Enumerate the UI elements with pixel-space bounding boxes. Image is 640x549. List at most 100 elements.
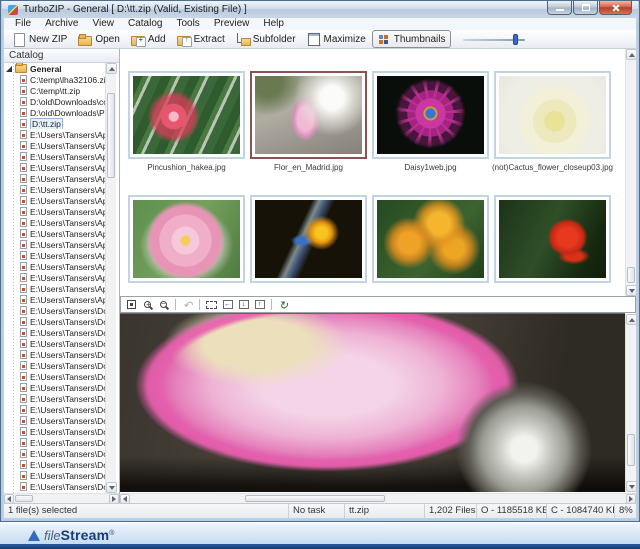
menu-item-help[interactable]: Help [256, 18, 291, 30]
tree-item[interactable]: E:\Users\Tansers\Doc [4, 327, 108, 338]
scroll-left-icon[interactable] [220, 298, 235, 311]
expand-arrow-icon[interactable] [6, 66, 12, 72]
tree-item[interactable]: E:\Users\Tansers\Dow [4, 393, 108, 404]
tree-item[interactable]: E:\Users\Tansers\App [4, 195, 108, 206]
toolbar-button-maximize[interactable]: Maximize [302, 30, 372, 48]
thumbnail-bop[interactable] [250, 195, 367, 283]
toolbar-button-open[interactable]: Open [73, 30, 125, 48]
thumbnail-alstro[interactable] [372, 195, 489, 283]
scroll-thumb[interactable] [107, 93, 115, 178]
menu-item-tools[interactable]: Tools [169, 18, 206, 30]
tree-item[interactable]: E:\Users\Tansers\App [4, 151, 108, 162]
menu-item-view[interactable]: View [85, 18, 121, 30]
tree-item[interactable]: E:\Users\Tansers\App [4, 250, 108, 261]
thumbnail-vertical-scrollbar[interactable] [625, 49, 636, 296]
maximize-restore-button[interactable] [573, 1, 598, 15]
tree-root-general[interactable]: General [4, 63, 108, 74]
scroll-down-arrow[interactable] [626, 285, 636, 296]
tree-item[interactable]: E:\Users\Tansers\App [4, 261, 108, 272]
scroll-up-arrow[interactable] [106, 63, 117, 74]
toolbar-button-extract[interactable]: Extract [172, 30, 231, 48]
scroll-thumb[interactable] [245, 495, 385, 502]
scroll-down-icon[interactable] [236, 298, 251, 311]
toolbar-button-add[interactable]: Add [126, 30, 172, 48]
tree-item[interactable]: D:\old\Downloads\Pr [4, 107, 108, 118]
scroll-down-arrow[interactable] [106, 482, 117, 493]
thumbnail-anthurium[interactable] [494, 195, 611, 283]
title-bar[interactable]: TurboZIP - General [ D:\tt.zip (Valid, E… [2, 1, 638, 18]
zip-file-icon [20, 163, 27, 172]
tree-item[interactable]: E:\Users\Tansers\Doc [4, 305, 108, 316]
tree-item[interactable]: E:\Users\Tansers\App [4, 228, 108, 239]
tree-item[interactable]: E:\Users\Tansers\App [4, 162, 108, 173]
scroll-up-arrow[interactable] [626, 49, 636, 60]
close-button[interactable] [599, 1, 632, 15]
tree-item-label: E:\Users\Tansers\Dow [30, 427, 108, 437]
tree-item[interactable]: C:\temp\tt.zip [4, 85, 108, 96]
scroll-thumb[interactable] [15, 495, 33, 502]
tree-item[interactable]: E:\Users\Tansers\Dow [4, 404, 108, 415]
scroll-up-arrow[interactable] [626, 314, 637, 325]
tree-item[interactable]: E:\Users\Tansers\App [4, 217, 108, 228]
tree-item[interactable]: E:\Users\Tansers\Dow [4, 426, 108, 437]
tree-item[interactable]: E:\Users\Tansers\Dow [4, 437, 108, 448]
tree-item[interactable]: E:\Users\Tansers\App [4, 184, 108, 195]
tree-item[interactable]: C:\temp\lha32106.zip [4, 74, 108, 85]
zip-file-icon [20, 196, 27, 205]
tree-item[interactable]: E:\Users\Tansers\App [4, 140, 108, 151]
tree-item[interactable]: D:\tt.zip [4, 118, 108, 129]
thumbnail-flor-en-madrid-jpg[interactable] [250, 71, 367, 159]
tree-item[interactable]: E:\Users\Tansers\Dow [4, 360, 108, 371]
menu-item-catalog[interactable]: Catalog [121, 18, 169, 30]
tree-item-label: E:\Users\Tansers\App [30, 218, 108, 228]
undo-icon[interactable] [180, 298, 195, 311]
scroll-down-arrow[interactable] [626, 481, 637, 492]
scroll-thumb[interactable] [627, 267, 635, 283]
tree-item[interactable]: E:\Users\Tansers\Dow [4, 470, 108, 481]
thumbnail-size-slider[interactable] [463, 33, 525, 46]
minimize-button[interactable] [547, 1, 572, 15]
menu-item-file[interactable]: File [8, 18, 38, 30]
tree-item[interactable]: E:\Users\Tansers\Dow [4, 382, 108, 393]
tree-item[interactable]: E:\Users\Tansers\App [4, 272, 108, 283]
tree-item[interactable]: E:\Users\Tansers\App [4, 206, 108, 217]
tree-item[interactable]: E:\Users\Tansers\Dow [4, 415, 108, 426]
thumbnail-not-cactus-flower-closeup03-jpg[interactable] [494, 71, 611, 159]
thumbnail-lotus[interactable] [128, 195, 245, 283]
zoom-out-icon[interactable] [156, 298, 171, 311]
tree-horizontal-scrollbar[interactable] [4, 493, 119, 503]
tree-vertical-scrollbar[interactable] [105, 63, 116, 493]
menu-item-archive[interactable]: Archive [38, 18, 85, 30]
tree-item[interactable]: E:\Users\Tansers\App [4, 294, 108, 305]
tree-item[interactable]: E:\Users\Tansers\Doc [4, 316, 108, 327]
tree-item[interactable]: E:\Users\Tansers\App [4, 173, 108, 184]
tree-item[interactable]: E:\Users\Tansers\Dow [4, 459, 108, 470]
tree-item[interactable]: E:\Users\Tansers\Dow [4, 448, 108, 459]
toolbar-button-thumbnails[interactable]: Thumbnails [372, 30, 452, 48]
tree-item[interactable]: E:\Users\Tansers\Dow [4, 481, 108, 492]
scroll-thumb[interactable] [627, 434, 635, 466]
preview-image[interactable] [120, 313, 625, 492]
registered-mark: ® [109, 530, 114, 537]
thumbnail-daisy1web-jpg[interactable] [372, 71, 489, 159]
tree-item[interactable]: D:\old\Downloads\co [4, 96, 108, 107]
zip-file-icon [20, 185, 27, 194]
toolbar-button-subfolder[interactable]: Subfolder [231, 30, 302, 48]
tree-item[interactable]: E:\Users\Tansers\App [4, 239, 108, 250]
tree-item[interactable]: E:\Users\Tansers\App [4, 283, 108, 294]
toolbar-button-new-zip[interactable]: New ZIP [7, 30, 73, 48]
thumbnail-pincushion-hakea-jpg[interactable] [128, 71, 245, 159]
select-region-icon[interactable] [204, 298, 219, 311]
tree-item[interactable]: E:\Users\Tansers\App [4, 129, 108, 140]
refresh-icon[interactable] [276, 298, 291, 311]
scroll-up-icon[interactable] [252, 298, 267, 311]
tree-item[interactable]: E:\Users\Tansers\Dow [4, 371, 108, 382]
actual-size-icon[interactable] [124, 298, 139, 311]
zoom-in-icon[interactable] [140, 298, 155, 311]
tree-item[interactable]: E:\Users\Tansers\Doc [4, 338, 108, 349]
preview-vertical-scrollbar[interactable] [625, 314, 636, 492]
tree-item[interactable]: E:\Users\Tansers\Dow [4, 349, 108, 360]
preview-horizontal-scrollbar[interactable] [120, 493, 636, 503]
menu-item-preview[interactable]: Preview [207, 18, 257, 30]
slider-thumb[interactable] [513, 34, 518, 45]
